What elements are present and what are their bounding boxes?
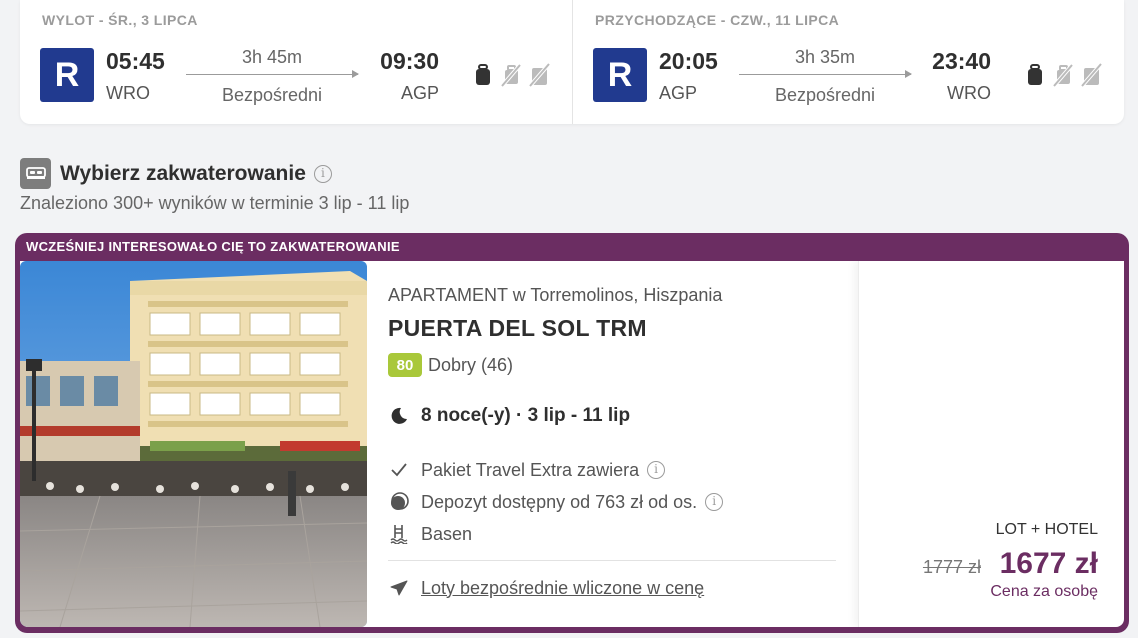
airline-logo: R xyxy=(593,48,647,102)
bed-icon xyxy=(20,158,51,189)
feature-package: Pakiet Travel Extra zawiera i xyxy=(388,459,666,481)
no-checked-bag-icon xyxy=(528,62,550,88)
offer-content: APARTAMENT w Torremolinos, Hiszpania PUE… xyxy=(20,261,1124,627)
property-type-location: APARTAMENT w Torremolinos, Hiszpania xyxy=(388,285,723,305)
arrival-time: 23:40 xyxy=(932,48,991,74)
arrival-time: 09:30 xyxy=(380,48,439,74)
personal-bag-icon xyxy=(1028,64,1042,85)
departure-airport: AGP xyxy=(659,83,698,103)
route-arrow xyxy=(739,70,912,78)
price-panel[interactable]: LOT + HOTEL 1777 zł 1677 zł Cena za osob… xyxy=(858,261,1124,627)
airline-logo: R xyxy=(40,48,94,102)
personal-bag-icon xyxy=(476,64,490,85)
rating: 80 Dobry (46) xyxy=(388,353,513,377)
price: 1677 zł xyxy=(999,547,1098,580)
flights-summary-card: WYLOT - ŚR., 3 LIPCA R 05:45 WRO 3h 45m … xyxy=(20,0,1124,124)
arrival-airport: WRO xyxy=(947,83,991,103)
info-icon[interactable]: i xyxy=(313,164,332,183)
feature-package-text: Pakiet Travel Extra zawiera xyxy=(421,459,640,480)
hotel-photo[interactable] xyxy=(20,261,367,627)
flight-duration: 3h 45m xyxy=(241,47,303,67)
outbound-header: WYLOT - ŚR., 3 LIPCA xyxy=(42,12,198,28)
offer-banner: WCZEŚNIEJ INTERESOWAŁO CIĘ TO ZAKWATEROW… xyxy=(26,239,400,254)
baggage-icons xyxy=(472,62,550,88)
route-arrow xyxy=(186,70,359,78)
rating-score-badge: 80 xyxy=(388,353,422,377)
divider xyxy=(388,560,836,561)
feature-pool-text: Basen xyxy=(421,523,473,544)
departure-airport: WRO xyxy=(106,83,150,103)
outbound-leg[interactable]: WYLOT - ŚR., 3 LIPCA R 05:45 WRO 3h 45m … xyxy=(20,0,572,124)
arrival-airport: AGP xyxy=(400,83,439,103)
checkmark-icon xyxy=(388,459,410,481)
stops-label: Bezpośredni xyxy=(774,85,876,105)
departure-time: 20:05 xyxy=(659,48,718,74)
rating-text: Dobry (46) xyxy=(428,354,514,375)
plane-icon xyxy=(388,577,410,599)
flights-included[interactable]: Loty bezpośrednie wliczone w cenę xyxy=(388,577,704,599)
results-count: Znaleziono 300+ wyników w terminie 3 lip… xyxy=(20,193,410,213)
accommodation-heading: Wybierz zakwaterowanie i xyxy=(20,158,332,189)
inbound-leg[interactable]: PRZYCHODZĄCE - CZW., 11 LIPCA R 20:05 AG… xyxy=(572,0,1124,124)
flights-included-link[interactable]: Loty bezpośrednie wliczone w cenę xyxy=(421,578,704,599)
pool-icon xyxy=(388,523,410,545)
info-icon[interactable]: i xyxy=(705,493,724,511)
stay-text: 8 noce(-y) · 3 lip - 11 lip xyxy=(421,405,631,426)
hotel-name[interactable]: PUERTA DEL SOL TRM xyxy=(388,315,647,342)
flight-duration: 3h 35m xyxy=(794,47,856,67)
package-type: LOT + HOTEL xyxy=(995,521,1098,538)
price-note: Cena za osobę xyxy=(990,583,1098,600)
stops-label: Bezpośredni xyxy=(221,85,323,105)
stay-dates: 8 noce(-y) · 3 lip - 11 lip xyxy=(388,405,630,427)
baggage-icons xyxy=(1024,62,1102,88)
moon-icon xyxy=(388,405,410,427)
offer-card[interactable]: WCZEŚNIEJ INTERESOWAŁO CIĘ TO ZAKWATEROW… xyxy=(15,233,1129,633)
feature-pool: Basen xyxy=(388,523,472,545)
departure-time: 05:45 xyxy=(106,48,165,74)
hotel-details: APARTAMENT w Torremolinos, Hiszpania PUE… xyxy=(388,261,858,627)
no-cabin-bag-icon xyxy=(500,63,522,88)
section-title: Wybierz zakwaterowanie xyxy=(60,161,306,185)
old-price: 1777 zł xyxy=(922,557,981,577)
info-icon[interactable]: i xyxy=(647,461,666,479)
no-checked-bag-icon xyxy=(1080,62,1102,88)
inbound-header: PRZYCHODZĄCE - CZW., 11 LIPCA xyxy=(595,12,840,28)
feature-deposit: Depozyt dostępny od 763 zł od os. i xyxy=(388,491,724,513)
coin-icon xyxy=(388,491,410,513)
feature-deposit-text: Depozyt dostępny od 763 zł od os. xyxy=(421,491,698,512)
no-cabin-bag-icon xyxy=(1052,63,1074,88)
